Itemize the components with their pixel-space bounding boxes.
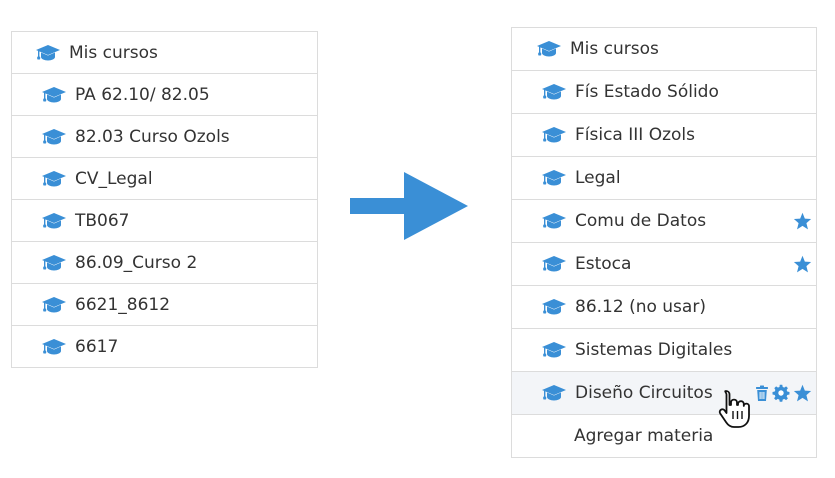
left-course-list: Mis cursos PA 62.10/ 82.05 82.03 Curso O… bbox=[11, 31, 318, 368]
course-item[interactable]: Legal bbox=[512, 156, 816, 199]
course-label: TB067 bbox=[75, 210, 130, 231]
course-label: 86.09_Curso 2 bbox=[75, 252, 198, 273]
right-arrow-icon bbox=[350, 172, 470, 244]
course-label: 82.03 Curso Ozols bbox=[75, 126, 230, 147]
course-item[interactable]: CV_Legal bbox=[12, 157, 317, 199]
graduation-cap-icon bbox=[41, 86, 67, 104]
course-label: 6621_8612 bbox=[75, 294, 171, 315]
course-label: 86.12 (no usar) bbox=[575, 297, 706, 317]
course-label: Fís Estado Sólido bbox=[575, 82, 719, 102]
graduation-cap-icon bbox=[541, 255, 567, 273]
course-label: Sistemas Digitales bbox=[575, 340, 733, 360]
graduation-cap-icon bbox=[35, 44, 61, 62]
course-label: Estoca bbox=[575, 254, 632, 274]
graduation-cap-icon bbox=[41, 128, 67, 146]
graduation-cap-icon bbox=[541, 169, 567, 187]
course-item[interactable]: Sistemas Digitales bbox=[512, 328, 816, 371]
course-label: Comu de Datos bbox=[575, 211, 707, 231]
graduation-cap-icon bbox=[41, 296, 67, 314]
course-list-title: Mis cursos bbox=[69, 42, 158, 63]
graduation-cap-icon bbox=[541, 212, 567, 230]
gear-icon[interactable] bbox=[772, 384, 790, 402]
course-item[interactable]: PA 62.10/ 82.05 bbox=[12, 73, 317, 115]
graduation-cap-icon bbox=[541, 341, 567, 359]
right-course-list: Mis cursos Fís Estado Sólido Física III … bbox=[511, 27, 817, 458]
add-course-item[interactable]: Agregar materia bbox=[512, 414, 816, 457]
graduation-cap-icon bbox=[541, 83, 567, 101]
graduation-cap-icon bbox=[41, 212, 67, 230]
course-item[interactable]: 86.09_Curso 2 bbox=[12, 241, 317, 283]
course-label: PA 62.10/ 82.05 bbox=[75, 84, 210, 105]
course-label: 6617 bbox=[75, 336, 119, 357]
graduation-cap-icon bbox=[541, 126, 567, 144]
course-label: Física III Ozols bbox=[575, 125, 695, 145]
course-item[interactable]: Estoca bbox=[512, 242, 816, 285]
course-item[interactable]: TB067 bbox=[12, 199, 317, 241]
course-item[interactable]: 6621_8612 bbox=[12, 283, 317, 325]
graduation-cap-icon bbox=[541, 384, 567, 402]
course-label: Diseño Circuitos bbox=[575, 383, 713, 403]
course-item[interactable]: Fís Estado Sólido bbox=[512, 70, 816, 113]
graduation-cap-icon bbox=[41, 338, 67, 356]
course-item[interactable]: Comu de Datos bbox=[512, 199, 816, 242]
course-item[interactable]: 6617 bbox=[12, 325, 317, 367]
hand-pointer-icon bbox=[717, 389, 751, 433]
graduation-cap-icon bbox=[41, 254, 67, 272]
course-list-title: Mis cursos bbox=[570, 39, 659, 59]
add-course-label: Agregar materia bbox=[574, 426, 714, 446]
graduation-cap-icon bbox=[541, 298, 567, 316]
course-list-header[interactable]: Mis cursos bbox=[12, 31, 317, 73]
graduation-cap-icon bbox=[41, 170, 67, 188]
course-item[interactable]: 82.03 Curso Ozols bbox=[12, 115, 317, 157]
graduation-cap-icon bbox=[536, 40, 562, 58]
course-list-header[interactable]: Mis cursos bbox=[512, 27, 816, 70]
favorite-star-icon[interactable] bbox=[793, 212, 812, 230]
course-item[interactable]: Física III Ozols bbox=[512, 113, 816, 156]
favorite-star-icon[interactable] bbox=[793, 255, 812, 273]
favorite-star-icon[interactable] bbox=[793, 384, 812, 402]
course-item[interactable]: 86.12 (no usar) bbox=[512, 285, 816, 328]
trash-icon[interactable] bbox=[755, 385, 769, 402]
course-label: CV_Legal bbox=[75, 168, 153, 189]
course-label: Legal bbox=[575, 168, 621, 188]
course-item-hovered[interactable]: Diseño Circuitos bbox=[512, 371, 816, 414]
